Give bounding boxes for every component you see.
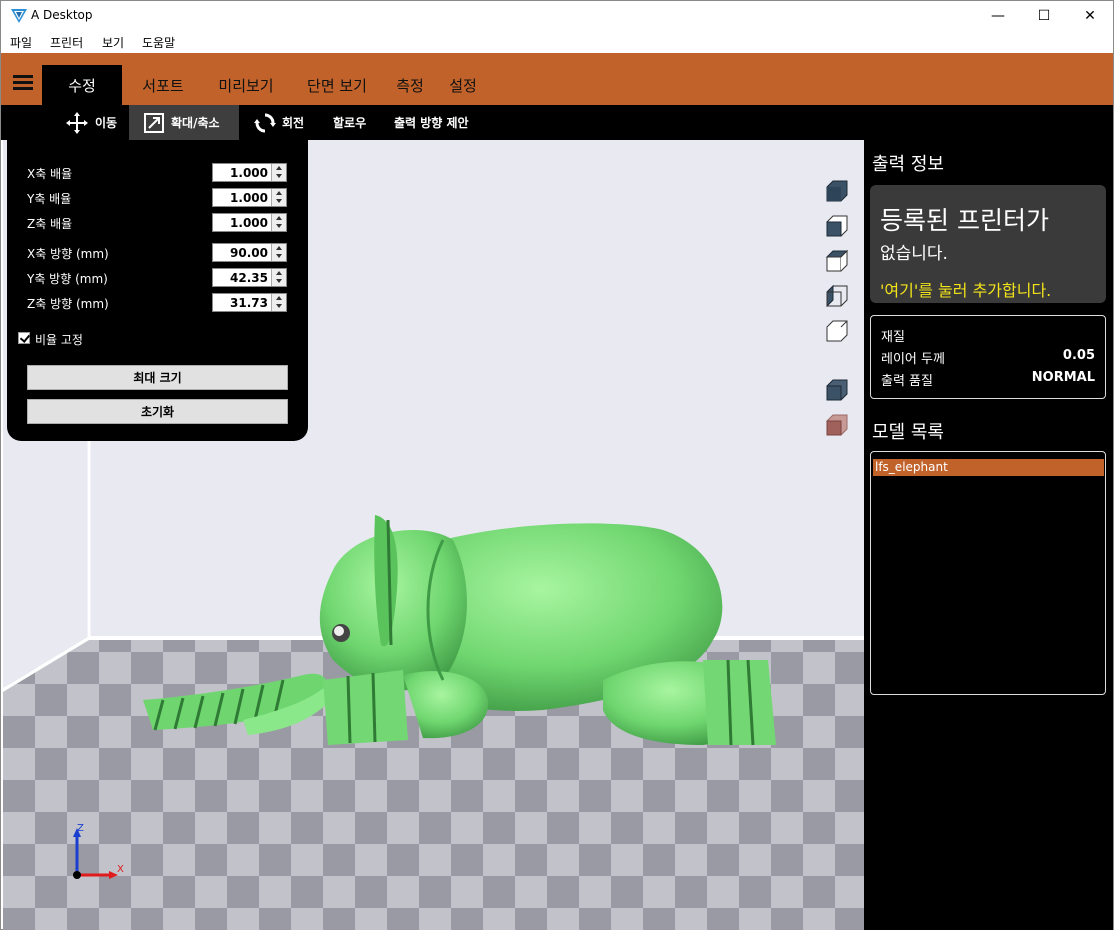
printer-card-line1: 등록된 프린터가: [880, 206, 1049, 235]
view-cube-right-icon[interactable]: [823, 319, 849, 345]
lock-ratio-label: 비율 고정: [35, 333, 83, 347]
y-scale-label: Y축 배율: [27, 192, 72, 206]
scale-tool-button[interactable]: 확대/축소: [129, 105, 239, 140]
maximize-button[interactable]: ☐: [1021, 1, 1067, 31]
tab-edit[interactable]: 수정: [42, 65, 122, 105]
print-quality-label: 출력 품질: [881, 374, 933, 389]
y-scale-spinner-icon[interactable]: [271, 189, 286, 206]
x-size-input[interactable]: 90.00: [212, 243, 287, 262]
rotate-tool-button[interactable]: 회전: [254, 105, 304, 140]
sub-tool-bar: 이동 확대/축소 회전 할로우 출력 방향 제안: [1, 105, 1113, 140]
close-button[interactable]: ✕: [1067, 1, 1113, 31]
y-size-input[interactable]: 42.35: [212, 268, 287, 287]
z-size-label: Z축 방향 (mm): [27, 297, 109, 311]
z-scale-label: Z축 배율: [27, 217, 73, 231]
app-window: A Desktop — ☐ ✕ 파일 프린터 보기 도움말 수정 서포트 미리보…: [0, 0, 1114, 930]
rotate-tool-label: 회전: [282, 116, 305, 130]
view-cube-top-icon[interactable]: [823, 249, 849, 275]
rotate-icon: [254, 113, 276, 132]
move-icon: [66, 111, 88, 134]
axis-z-label: Z: [77, 823, 84, 834]
printer-card-line2: 없습니다.: [880, 244, 948, 264]
view-cube-solid-icon[interactable]: [823, 378, 849, 404]
view-cube-front-icon[interactable]: [823, 214, 849, 240]
z-scale-spinner-icon[interactable]: [271, 214, 286, 231]
z-size-spinner-icon[interactable]: [271, 294, 286, 311]
menu-bar: 파일 프린터 보기 도움말: [1, 31, 1113, 53]
main-tab-bar: 수정 서포트 미리보기 단면 보기 측정 설정: [1, 53, 1113, 105]
menu-view[interactable]: 보기: [102, 34, 124, 51]
max-size-button[interactable]: 최대 크기: [27, 365, 288, 390]
x-size-spinner-icon[interactable]: [271, 244, 286, 261]
hollow-tool-button[interactable]: 할로우: [333, 105, 366, 140]
add-printer-link[interactable]: '여기'를 눌러 추가합니다.: [880, 277, 1051, 301]
y-size-label: Y축 방향 (mm): [27, 272, 108, 286]
x-scale-spinner-icon[interactable]: [271, 164, 286, 181]
scale-icon: [144, 112, 164, 133]
y-size-spinner-icon[interactable]: [271, 269, 286, 286]
menu-help[interactable]: 도움말: [142, 34, 175, 51]
view-cube-iso-icon[interactable]: [823, 179, 849, 205]
right-panel: 출력 정보 등록된 프린터가 없습니다. '여기'를 눌러 추가합니다. 재질 …: [864, 140, 1113, 930]
tab-measure[interactable]: 측정: [389, 65, 431, 105]
move-tool-button[interactable]: 이동: [59, 105, 123, 140]
axis-x-label: X: [117, 864, 124, 875]
menu-file[interactable]: 파일: [10, 34, 32, 51]
app-logo-icon: [11, 9, 27, 23]
tab-section-view[interactable]: 단면 보기: [297, 65, 377, 105]
tab-settings[interactable]: 설정: [442, 65, 484, 105]
z-scale-input[interactable]: 1.000: [212, 213, 287, 232]
reset-button[interactable]: 초기화: [27, 399, 288, 424]
layer-thickness-value: 0.05: [1062, 348, 1095, 363]
z-size-input[interactable]: 31.73: [212, 293, 287, 312]
print-info-title: 출력 정보: [872, 154, 944, 175]
printer-card[interactable]: 등록된 프린터가 없습니다. '여기'를 눌러 추가합니다.: [870, 185, 1106, 303]
scale-panel: X축 배율 1.000 Y축 배율 1.000 Z축 배율 1.000 X축 방…: [7, 140, 308, 441]
tab-support[interactable]: 서포트: [132, 65, 194, 105]
window-title: A Desktop: [31, 8, 93, 22]
model-list: lfs_elephant: [870, 451, 1106, 695]
orientation-suggest-button[interactable]: 출력 방향 제안: [394, 105, 469, 140]
y-scale-input[interactable]: 1.000: [212, 188, 287, 207]
print-quality-value: NORMAL: [1031, 370, 1095, 385]
menu-printer[interactable]: 프린터: [50, 34, 83, 51]
print-settings-box: 재질 레이어 두께 0.05 출력 품질 NORMAL: [870, 315, 1106, 399]
hamburger-menu-icon[interactable]: [13, 75, 33, 91]
x-scale-input[interactable]: 1.000: [212, 163, 287, 182]
title-bar: A Desktop — ☐ ✕: [1, 1, 1113, 31]
view-cube-left-icon[interactable]: [823, 284, 849, 310]
move-tool-label: 이동: [95, 116, 118, 130]
material-label: 재질: [881, 330, 905, 345]
lock-ratio-checkbox[interactable]: [18, 332, 30, 344]
model-list-title: 모델 목록: [872, 422, 944, 443]
list-item[interactable]: lfs_elephant: [873, 459, 1104, 476]
tab-preview[interactable]: 미리보기: [208, 65, 284, 105]
minimize-button[interactable]: —: [975, 1, 1021, 31]
x-scale-label: X축 배율: [27, 167, 73, 181]
x-size-label: X축 방향 (mm): [27, 247, 109, 261]
scale-tool-label: 확대/축소: [171, 116, 220, 130]
layer-thickness-label: 레이어 두께: [881, 352, 945, 367]
view-cube-transparent-icon[interactable]: [823, 413, 849, 439]
